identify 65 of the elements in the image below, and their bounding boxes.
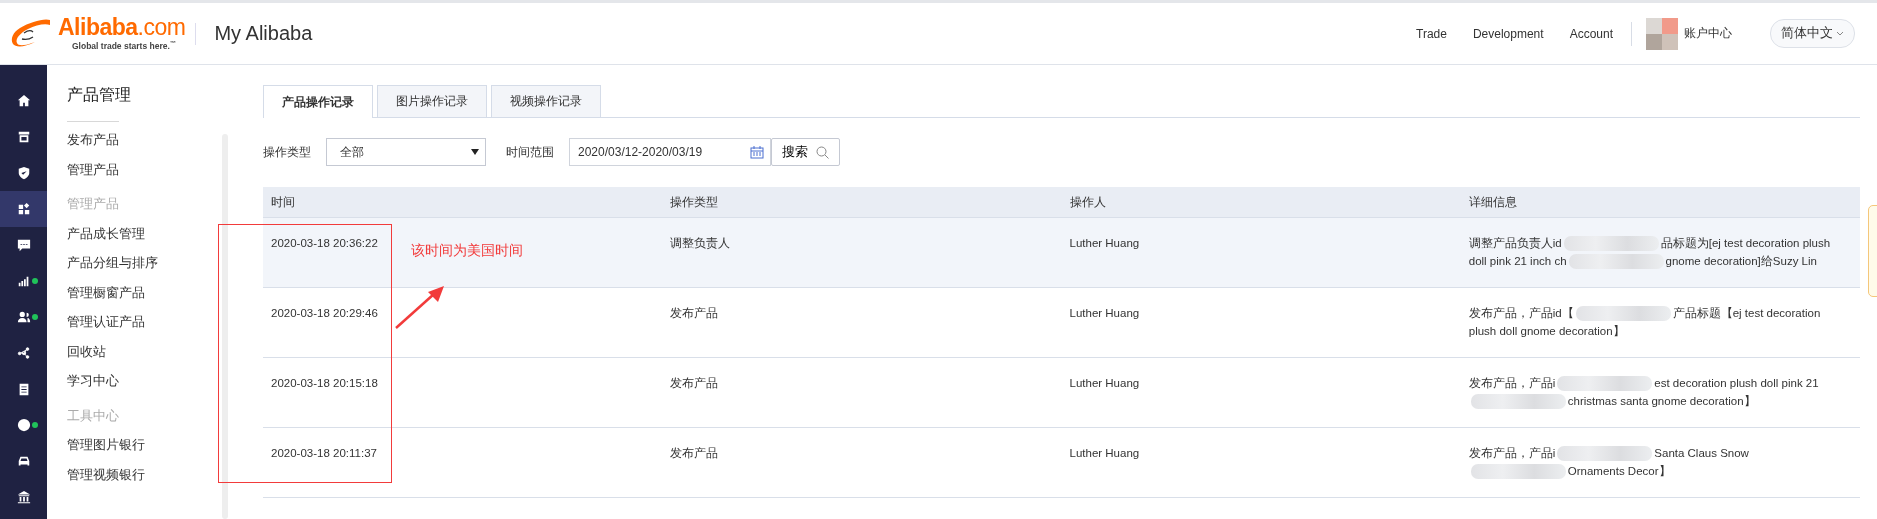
sidebar-item[interactable]: 学习中心: [67, 369, 230, 394]
column-header[interactable]: 时间: [263, 187, 663, 218]
filter-label: 操作类型: [263, 143, 311, 161]
sidebar-heading: 管理产品: [67, 196, 120, 213]
sidebar-title: 产品管理: [67, 85, 132, 105]
shield-icon: [16, 166, 31, 180]
store-icon: [16, 130, 31, 144]
nav-link[interactable]: Development: [1472, 26, 1544, 41]
people-icon: [16, 310, 31, 324]
logo-tagline: Global trade starts here.$^{™}$: [72, 40, 177, 51]
sidebar-item[interactable]: 管理认证产品: [67, 310, 230, 335]
account-link[interactable]: 账户中心: [1684, 25, 1732, 42]
detail-cell: 调整产品负责人id 品标题为[ej test decoration plush doll pink 21 inch ch gnome decoration]给Suzy Lin: [1460, 217, 1860, 288]
table-cell: Luther Huang: [1061, 217, 1461, 288]
table-cell: Luther Huang: [1061, 357, 1461, 428]
search-icon: [816, 145, 829, 159]
bank-icon: [16, 490, 31, 504]
logo-text: Alibaba.com: [58, 16, 186, 40]
annotation-arrow: [394, 284, 446, 330]
column-header[interactable]: 详细信息: [1460, 187, 1860, 218]
table-cell: Luther Huang: [1061, 287, 1461, 358]
sidebar-heading: 工具中心: [67, 407, 120, 425]
operation-type-select[interactable]: 全部: [326, 138, 486, 166]
grid-icon: [16, 202, 31, 216]
page-title: My Alibaba: [214, 22, 313, 45]
car-icon: [16, 454, 31, 468]
language-selector[interactable]: 简体中文: [1770, 19, 1855, 48]
nav-link[interactable]: Account: [1569, 26, 1613, 41]
sidebar-item[interactable]: 管理图片银行: [67, 433, 230, 458]
scrollbar[interactable]: [222, 134, 228, 519]
search-button[interactable]: 搜索: [771, 138, 840, 166]
table-cell: 调整负责人: [662, 217, 1062, 288]
share-icon: [16, 346, 31, 360]
sidebar-item[interactable]: 管理橱窗产品: [67, 280, 230, 306]
tab[interactable]: 图片操作记录: [377, 85, 487, 117]
sidebar-item[interactable]: 发布产品: [67, 128, 230, 153]
detail-cell: 发布产品，产品i est decoration plush doll pink 21 christmas santa gnome decoration】: [1460, 357, 1860, 428]
table-cell: 2020-03-18 20:11:37: [263, 427, 663, 498]
sidebar-item[interactable]: 回收站: [67, 339, 230, 365]
sidebar-item[interactable]: 产品成长管理: [67, 221, 230, 247]
chat-icon: [16, 238, 31, 252]
date-range-field[interactable]: 2020/03/12-2020/03/19: [569, 138, 771, 166]
detail-cell: 发布产品，产品i Santa Claus Snow Ornaments Decor】: [1460, 427, 1860, 498]
sidebar-item[interactable]: 管理产品: [67, 157, 230, 183]
table-cell: Luther Huang: [1061, 427, 1461, 498]
column-header[interactable]: 操作人: [1061, 187, 1461, 218]
table-cell: 2020-03-18 20:15:18: [263, 357, 663, 428]
bar-chart-icon: [16, 274, 31, 288]
calendar-icon: [750, 145, 764, 159]
chevron-down-icon: [1836, 30, 1844, 37]
table-cell: 发布产品: [662, 287, 1062, 358]
tab[interactable]: 视频操作记录: [491, 85, 601, 117]
tab[interactable]: 产品操作记录: [263, 85, 373, 118]
column-header[interactable]: 操作类型: [662, 187, 1062, 218]
detail-cell: 发布产品，产品id【 产品标题【ej test decoration plush doll gnome decoration】: [1460, 287, 1860, 358]
sidebar-item[interactable]: 产品分组与排序: [67, 251, 230, 276]
nav-link[interactable]: Trade: [1416, 26, 1447, 41]
sidebar-item[interactable]: 管理视频银行: [67, 462, 230, 488]
filter-label: 时间范围: [506, 143, 554, 161]
home-icon: [16, 94, 31, 108]
table-cell: 发布产品: [662, 357, 1062, 428]
rail-item[interactable]: [0, 191, 47, 227]
dropdown-arrow-icon: [471, 149, 479, 155]
annotation-note: 该时间为美国时间: [411, 242, 523, 260]
table-cell: 发布产品: [662, 427, 1062, 498]
